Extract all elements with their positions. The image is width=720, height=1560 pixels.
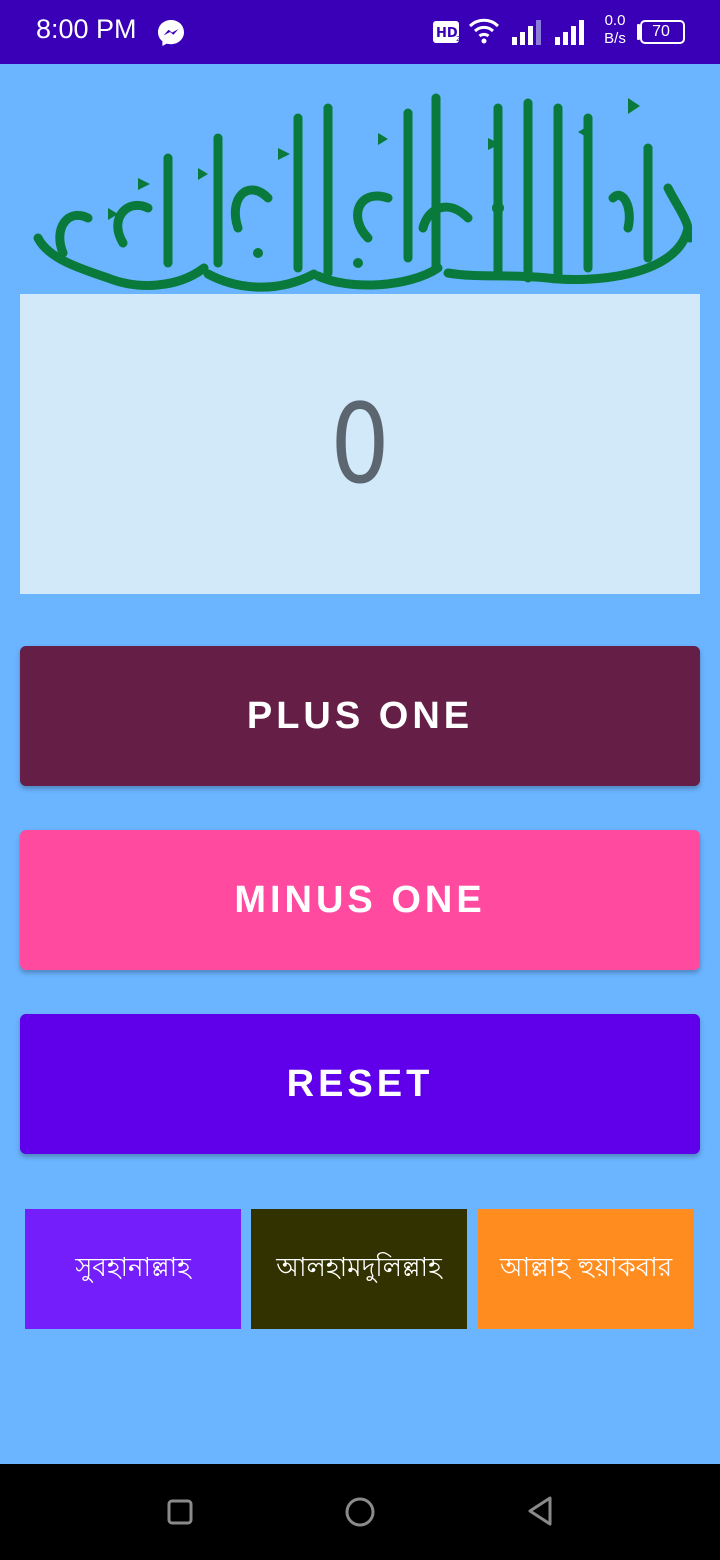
home-icon[interactable]: [344, 1496, 376, 1528]
messenger-icon: [158, 20, 184, 46]
recents-icon[interactable]: [166, 1498, 194, 1526]
minus-one-button[interactable]: MINUS ONE: [20, 830, 700, 970]
network-speed-unit: B/s: [604, 30, 626, 47]
allahu-akbar-button[interactable]: আল্লাহ হুয়াকবার: [478, 1209, 694, 1329]
network-speed: 0.0 B/s: [598, 12, 632, 48]
screen: 8:00 PM HD 2 0.0 B/s 70 0 PLUS ONE MINUS…: [0, 0, 720, 1560]
app-body: 0 PLUS ONE MINUS ONE RESET সুবহানাল্লাহ …: [0, 64, 720, 1464]
network-speed-value: 0.0: [604, 12, 626, 29]
reset-button[interactable]: RESET: [20, 1014, 700, 1154]
battery-level: 70: [652, 23, 670, 40]
bismillah-logo: [33, 93, 692, 292]
signal-icon: [512, 20, 541, 45]
svg-text:2: 2: [456, 35, 460, 43]
svg-text:HD: HD: [436, 26, 458, 41]
subhanallah-button[interactable]: সুবহানাল্লাহ: [25, 1209, 241, 1329]
back-icon[interactable]: [524, 1494, 556, 1528]
status-bar: 8:00 PM HD 2 0.0 B/s 70: [0, 0, 720, 64]
counter-display: 0: [20, 294, 700, 594]
counter-value: 0: [330, 380, 390, 508]
status-time: 8:00 PM: [36, 14, 137, 44]
plus-one-button[interactable]: PLUS ONE: [20, 646, 700, 786]
hd-icon: HD 2: [433, 21, 460, 43]
wifi-icon: [468, 18, 500, 44]
navigation-bar: [0, 1464, 720, 1560]
alhamdulillah-button[interactable]: আলহামদুলিল্লাহ: [251, 1209, 467, 1329]
signal-icon: [555, 20, 584, 45]
